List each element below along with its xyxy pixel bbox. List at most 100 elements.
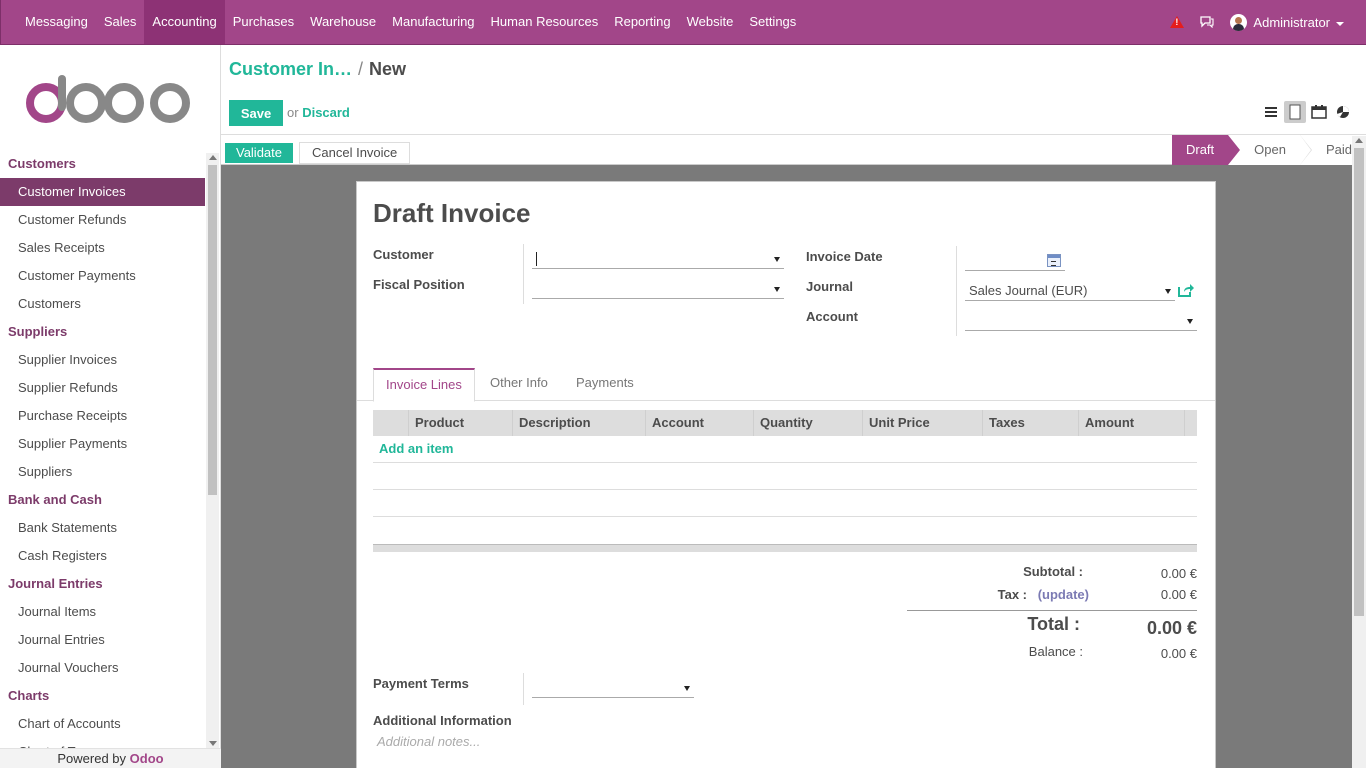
fiscal-position-field[interactable] [532, 279, 784, 299]
sidebar-scrollbar[interactable] [206, 153, 219, 748]
column-taxes[interactable]: Taxes [983, 410, 1079, 436]
discard-group: or Discard [287, 105, 350, 120]
dropdown-arrow-icon[interactable] [774, 287, 780, 292]
text-cursor [536, 252, 537, 266]
main-scrollbar[interactable] [1352, 136, 1366, 768]
dropdown-arrow-icon[interactable] [1187, 319, 1193, 324]
powered-by-footer: Powered by Odoo [0, 748, 221, 768]
topmenu-purchases[interactable]: Purchases [225, 0, 302, 44]
table-row [373, 463, 1197, 490]
odoo-logo [26, 75, 190, 123]
breadcrumb: Customer In… / New [229, 59, 406, 80]
graph-view-icon[interactable] [1332, 101, 1354, 123]
save-button[interactable]: Save [229, 100, 283, 126]
sidebar-item-chart-of-taxes[interactable]: Chart of Taxes [0, 738, 205, 748]
customer-field[interactable] [532, 249, 784, 269]
column-quantity[interactable]: Quantity [754, 410, 863, 436]
sidebar-item-suppliers[interactable]: Suppliers [0, 458, 205, 486]
tab-other-info[interactable]: Other Info [478, 368, 560, 400]
topmenu-messaging[interactable]: Messaging [17, 0, 96, 44]
topmenu-warehouse[interactable]: Warehouse [302, 0, 384, 44]
chat-icon[interactable] [1200, 16, 1214, 28]
subtotal-label: Subtotal : [1023, 564, 1083, 579]
tab-invoice-lines[interactable]: Invoice Lines [373, 368, 475, 402]
dropdown-arrow-icon[interactable] [1165, 289, 1171, 294]
sidebar-item-supplier-refunds[interactable]: Supplier Refunds [0, 374, 205, 402]
journal-label: Journal [806, 279, 853, 294]
sidebar-item-journal-vouchers[interactable]: Journal Vouchers [0, 654, 205, 682]
sidebar-item-sales-receipts[interactable]: Sales Receipts [0, 234, 205, 262]
scrollbar-thumb[interactable] [208, 165, 217, 495]
sidebar-item-bank-statements[interactable]: Bank Statements [0, 514, 205, 542]
topmenu-reporting[interactable]: Reporting [606, 0, 678, 44]
column-product[interactable]: Product [409, 410, 513, 436]
total-row: Total : 0.00 € [907, 614, 1197, 638]
form-view-icon[interactable] [1284, 101, 1306, 123]
tax-row: Tax : (update) 0.00 € [907, 587, 1197, 605]
field-divider [956, 246, 957, 336]
calendar-view-icon[interactable] [1308, 101, 1330, 123]
tax-label: Tax : [997, 587, 1027, 602]
invoice-date-label: Invoice Date [806, 249, 883, 264]
dropdown-arrow-icon[interactable] [684, 686, 690, 691]
table-header: Product Description Account Quantity Uni… [373, 410, 1197, 436]
sidebar-item-supplier-payments[interactable]: Supplier Payments [0, 430, 205, 458]
sidebar-item-supplier-invoices[interactable]: Supplier Invoices [0, 346, 205, 374]
invoice-sheet: Draft Invoice Customer Fiscal Position I… [356, 181, 1216, 768]
user-menu-label[interactable]: Administrator [1253, 15, 1330, 30]
topmenu-manufacturing[interactable]: Manufacturing [384, 0, 482, 44]
discard-button[interactable]: Discard [302, 105, 350, 120]
tax-update-link[interactable]: (update) [1038, 587, 1089, 602]
journal-field[interactable]: Sales Journal (EUR) [965, 281, 1175, 301]
top-navbar: Messaging Sales Accounting Purchases War… [0, 0, 1366, 45]
list-view-icon[interactable] [1260, 101, 1282, 123]
customer-label: Customer [373, 247, 434, 262]
tab-payments[interactable]: Payments [564, 368, 646, 400]
sidebar-item-cash-registers[interactable]: Cash Registers [0, 542, 205, 570]
topmenu-accounting[interactable]: Accounting [144, 0, 225, 44]
chevron-down-icon[interactable] [1336, 21, 1344, 26]
account-field[interactable] [965, 311, 1197, 331]
column-amount[interactable]: Amount [1079, 410, 1185, 436]
external-link-icon[interactable] [1178, 283, 1194, 297]
sidebar-item-purchase-receipts[interactable]: Purchase Receipts [0, 402, 205, 430]
column-unit-price[interactable]: Unit Price [863, 410, 983, 436]
sidebar-item-customer-payments[interactable]: Customer Payments [0, 262, 205, 290]
column-description[interactable]: Description [513, 410, 646, 436]
topmenu-human-resources[interactable]: Human Resources [483, 0, 607, 44]
topmenu-settings[interactable]: Settings [741, 0, 804, 44]
table-footer [373, 544, 1197, 552]
payment-terms-field[interactable] [532, 678, 694, 698]
sidebar-item-customer-refunds[interactable]: Customer Refunds [0, 206, 205, 234]
breadcrumb-parent[interactable]: Customer In… [229, 59, 352, 79]
scroll-up-icon[interactable] [209, 155, 217, 160]
sidebar-item-customers[interactable]: Customers [0, 290, 205, 318]
warning-icon[interactable]: ! [1170, 16, 1185, 28]
add-item-link[interactable]: Add an item [373, 436, 1197, 462]
column-account[interactable]: Account [646, 410, 754, 436]
form-area: Draft Invoice Customer Fiscal Position I… [221, 165, 1352, 768]
scroll-down-icon[interactable] [209, 741, 217, 746]
cancel-invoice-button[interactable]: Cancel Invoice [299, 142, 411, 164]
invoice-date-field[interactable] [965, 251, 1065, 271]
powered-by-link[interactable]: Odoo [130, 751, 164, 766]
account-label: Account [806, 309, 858, 324]
scrollbar-thumb[interactable] [1354, 148, 1364, 616]
avatar[interactable] [1230, 13, 1248, 31]
main-content: Customer In… / New Save or Discard Validat… [221, 45, 1366, 768]
sidebar-item-journal-items[interactable]: Journal Items [0, 598, 205, 626]
calendar-icon[interactable] [1047, 254, 1061, 267]
dropdown-arrow-icon[interactable] [774, 257, 780, 262]
topmenu-website[interactable]: Website [679, 0, 742, 44]
scroll-up-icon[interactable] [1355, 138, 1363, 143]
topmenu-sales[interactable]: Sales [96, 0, 145, 44]
validate-button[interactable]: Validate [225, 143, 293, 163]
stage-draft[interactable]: Draft [1171, 135, 1241, 165]
sidebar-item-customer-invoices[interactable]: Customer Invoices [0, 178, 205, 206]
sidebar-item-chart-of-accounts[interactable]: Chart of Accounts [0, 710, 205, 738]
total-divider [907, 610, 1197, 611]
notes-field[interactable]: Additional notes... [377, 734, 480, 749]
sidebar: Customers Customer Invoices Customer Ref… [0, 45, 221, 768]
sidebar-item-journal-entries[interactable]: Journal Entries [0, 626, 205, 654]
form-title: Draft Invoice [373, 198, 531, 228]
